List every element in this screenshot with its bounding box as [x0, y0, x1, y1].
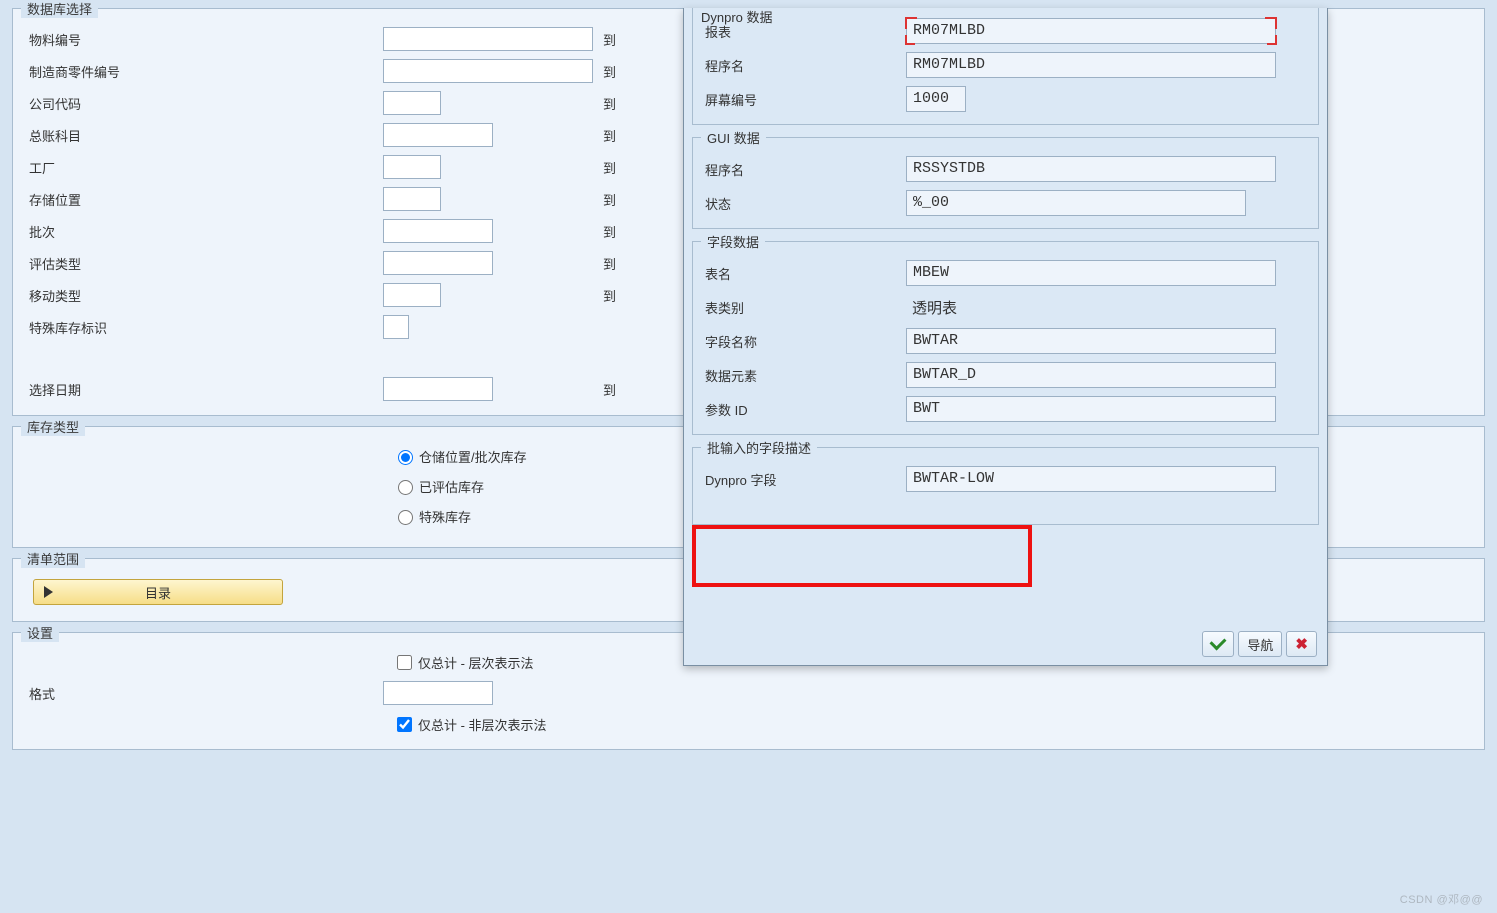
checkbox-label-nonhier: 仅总计 - 非层次表示法 [418, 715, 547, 734]
radio-valuated[interactable] [398, 480, 413, 495]
input-special-low[interactable] [383, 315, 409, 339]
radio-label-special: 特殊库存 [419, 507, 471, 526]
label-program: 程序名 [701, 56, 906, 75]
label-storage: 存储位置 [23, 190, 383, 209]
confirm-button[interactable] [1202, 631, 1234, 657]
input-seldate-low[interactable] [383, 377, 493, 401]
directory-label: 目录 [145, 583, 171, 602]
input-company-low[interactable] [383, 91, 441, 115]
input-gl-low[interactable] [383, 123, 493, 147]
input-valuation-low[interactable] [383, 251, 493, 275]
input-movetype-low[interactable] [383, 283, 441, 307]
input-plant-low[interactable] [383, 155, 441, 179]
radio-special[interactable] [398, 510, 413, 525]
label-valuation: 评估类型 [23, 254, 383, 273]
to-label: 到 [603, 62, 627, 81]
label-plant: 工厂 [23, 158, 383, 177]
to-label: 到 [603, 30, 627, 49]
to-label: 到 [603, 94, 627, 113]
to-label: 到 [603, 158, 627, 177]
label-material: 物料编号 [23, 30, 383, 49]
close-icon: ✖ [1295, 635, 1308, 653]
value-program[interactable]: RM07MLBD [906, 52, 1276, 78]
panel-title-listrange: 清单范围 [21, 549, 85, 568]
value-tablecat: 透明表 [906, 294, 1276, 320]
value-gui-status[interactable]: %_00 [906, 190, 1246, 216]
label-gui-status: 状态 [701, 194, 906, 213]
label-screen: 屏幕编号 [701, 90, 906, 109]
label-dynpro-field: Dynpro 字段 [701, 470, 906, 489]
to-label: 到 [603, 254, 627, 273]
panel-title-stocktype: 库存类型 [21, 417, 85, 436]
technical-info-popup: Dynpro 数据 报表 RM07MLBD 程序名 RM07MLBD 屏幕编号 … [683, 8, 1328, 666]
to-label: 到 [603, 190, 627, 209]
value-table[interactable]: MBEW [906, 260, 1276, 286]
label-dataelem: 数据元素 [701, 366, 906, 385]
input-storage-low[interactable] [383, 187, 441, 211]
to-label: 到 [603, 126, 627, 145]
check-icon [1210, 634, 1227, 651]
navigate-button[interactable]: 导航 [1238, 631, 1282, 657]
value-paramid[interactable]: BWT [906, 396, 1276, 422]
checkbox-totals-nonhier[interactable] [397, 717, 412, 732]
value-dynpro-field[interactable]: BWTAR-LOW [906, 466, 1276, 492]
to-label: 到 [603, 222, 627, 241]
navigate-label: 导航 [1247, 635, 1273, 654]
value-screen[interactable]: 1000 [906, 86, 966, 112]
panel-title-settings: 设置 [21, 623, 59, 642]
value-gui-program[interactable]: RSSYSTDB [906, 156, 1276, 182]
value-fieldname[interactable]: BWTAR [906, 328, 1276, 354]
radio-label-locbatch: 仓储位置/批次库存 [419, 447, 527, 466]
group-title-dynpro: Dynpro 数据 [697, 7, 777, 26]
input-format[interactable] [383, 681, 493, 705]
checkbox-label-hier: 仅总计 - 层次表示法 [418, 653, 534, 672]
label-company: 公司代码 [23, 94, 383, 113]
to-label: 到 [603, 286, 627, 305]
label-paramid: 参数 ID [701, 400, 906, 419]
label-batch: 批次 [23, 222, 383, 241]
label-special: 特殊库存标识 [23, 318, 383, 337]
radio-label-valuated: 已评估库存 [419, 477, 484, 496]
label-format: 格式 [23, 684, 383, 703]
input-material-low[interactable] [383, 27, 593, 51]
label-mfrpart: 制造商零件编号 [23, 62, 383, 81]
panel-title-dbselect: 数据库选择 [21, 0, 98, 18]
label-gui-program: 程序名 [701, 160, 906, 179]
radio-loc-batch[interactable] [398, 450, 413, 465]
highlight-box [692, 525, 1032, 587]
cancel-button[interactable]: ✖ [1286, 631, 1317, 657]
label-tablecat: 表类别 [701, 298, 906, 317]
play-icon [44, 586, 53, 598]
to-label: 到 [603, 380, 627, 399]
directory-button[interactable]: 目录 [33, 579, 283, 605]
group-title-field: 字段数据 [701, 232, 765, 251]
input-batch-low[interactable] [383, 219, 493, 243]
value-report[interactable]: RM07MLBD [906, 18, 1276, 44]
group-title-batch: 批输入的字段描述 [701, 438, 817, 457]
label-gl: 总账科目 [23, 126, 383, 145]
group-title-gui: GUI 数据 [701, 128, 766, 147]
label-fieldname: 字段名称 [701, 332, 906, 351]
input-mfrpart-low[interactable] [383, 59, 593, 83]
label-seldate: 选择日期 [23, 380, 383, 399]
label-table: 表名 [701, 264, 906, 283]
label-movetype: 移动类型 [23, 286, 383, 305]
checkbox-totals-hier[interactable] [397, 655, 412, 670]
value-dataelem[interactable]: BWTAR_D [906, 362, 1276, 388]
